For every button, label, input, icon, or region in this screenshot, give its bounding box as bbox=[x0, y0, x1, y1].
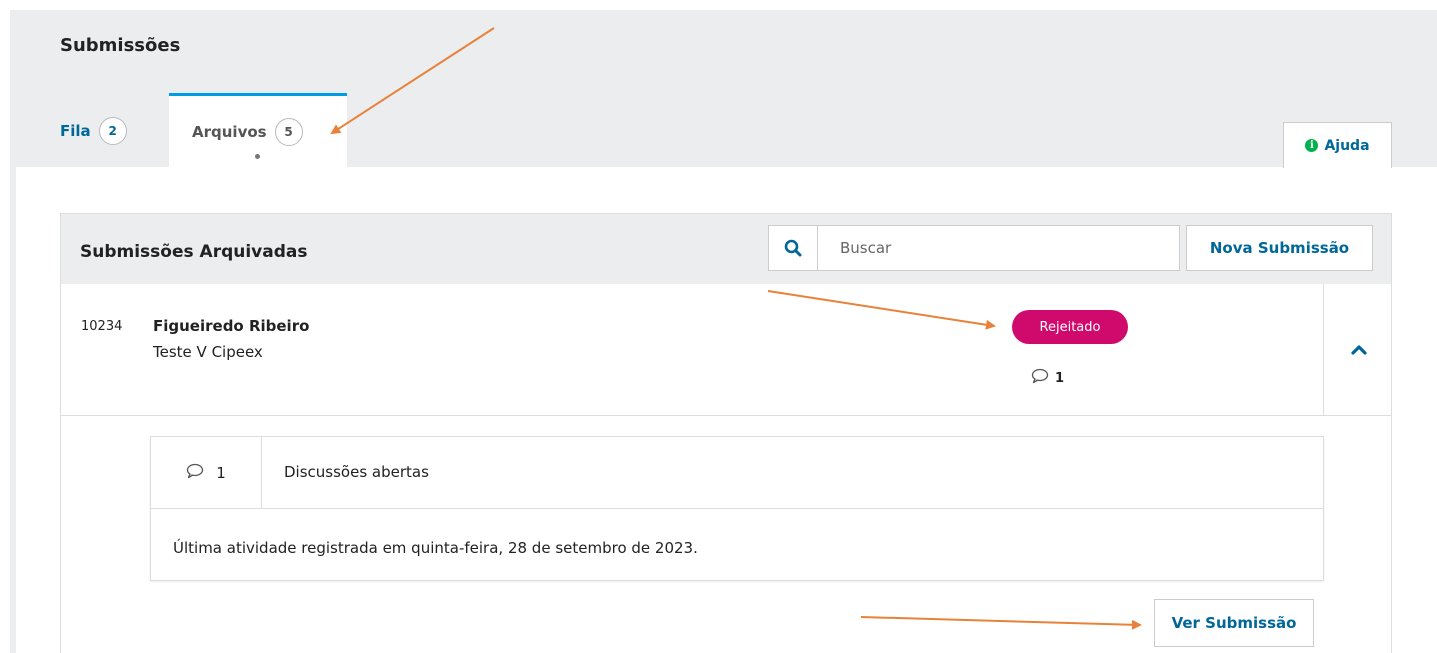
open-discussions-count-value: 1 bbox=[216, 464, 226, 482]
chevron-up-icon bbox=[1350, 340, 1367, 359]
view-submission-button[interactable]: Ver Submissão bbox=[1154, 599, 1314, 647]
tab-arquivos[interactable]: Arquivos 5 bbox=[169, 93, 347, 168]
active-tab-dot bbox=[255, 154, 260, 159]
page-title: Submissões bbox=[60, 35, 181, 56]
app-frame: Submissões Fila 2 Arquivos 5 i Ajuda Sub… bbox=[0, 0, 1437, 653]
info-circle-icon: i bbox=[1305, 139, 1319, 152]
tab-fila-count-badge: 2 bbox=[98, 117, 127, 145]
open-discussions-count: 1 bbox=[151, 437, 262, 509]
open-discussions-row: 1 Discussões abertas bbox=[151, 437, 1323, 509]
archived-submissions-panel: Submissões Arquivadas Nova Submissão 102… bbox=[60, 213, 1392, 653]
tab-fila[interactable]: Fila 2 bbox=[60, 117, 127, 145]
submission-details-card: 1 Discussões abertas Última atividade re… bbox=[150, 436, 1324, 581]
tab-arquivos-label: Arquivos bbox=[192, 123, 267, 141]
left-border-strip bbox=[10, 167, 16, 653]
submission-title: Teste V Cipeex bbox=[153, 343, 263, 361]
comment-bubble-icon bbox=[1031, 368, 1049, 388]
submission-author: Figueiredo Ribeiro bbox=[153, 317, 310, 335]
help-button[interactable]: i Ajuda bbox=[1283, 122, 1392, 168]
search-box bbox=[768, 225, 1180, 271]
help-label: Ajuda bbox=[1324, 137, 1370, 154]
last-activity-text: Última atividade registrada em quinta-fe… bbox=[173, 539, 698, 557]
collapse-row-button[interactable] bbox=[1323, 284, 1393, 415]
row-comment-count: 1 bbox=[1031, 368, 1064, 388]
tab-arquivos-count-badge: 5 bbox=[274, 118, 303, 146]
search-input[interactable] bbox=[818, 226, 1179, 270]
open-discussions-label: Discussões abertas bbox=[284, 463, 429, 481]
new-submission-button[interactable]: Nova Submissão bbox=[1186, 225, 1373, 271]
submission-id: 10234 bbox=[81, 319, 123, 334]
tab-fila-label: Fila bbox=[60, 122, 91, 140]
submission-row[interactable]: 10234 Figueiredo Ribeiro Teste V Cipeex … bbox=[61, 284, 1391, 416]
search-icon[interactable] bbox=[769, 226, 818, 270]
panel-header: Submissões Arquivadas Nova Submissão bbox=[61, 214, 1391, 284]
panel-title: Submissões Arquivadas bbox=[80, 242, 308, 262]
status-badge: Rejeitado bbox=[1012, 310, 1128, 344]
comment-bubble-icon bbox=[186, 463, 204, 483]
row-comment-count-value: 1 bbox=[1055, 370, 1065, 386]
